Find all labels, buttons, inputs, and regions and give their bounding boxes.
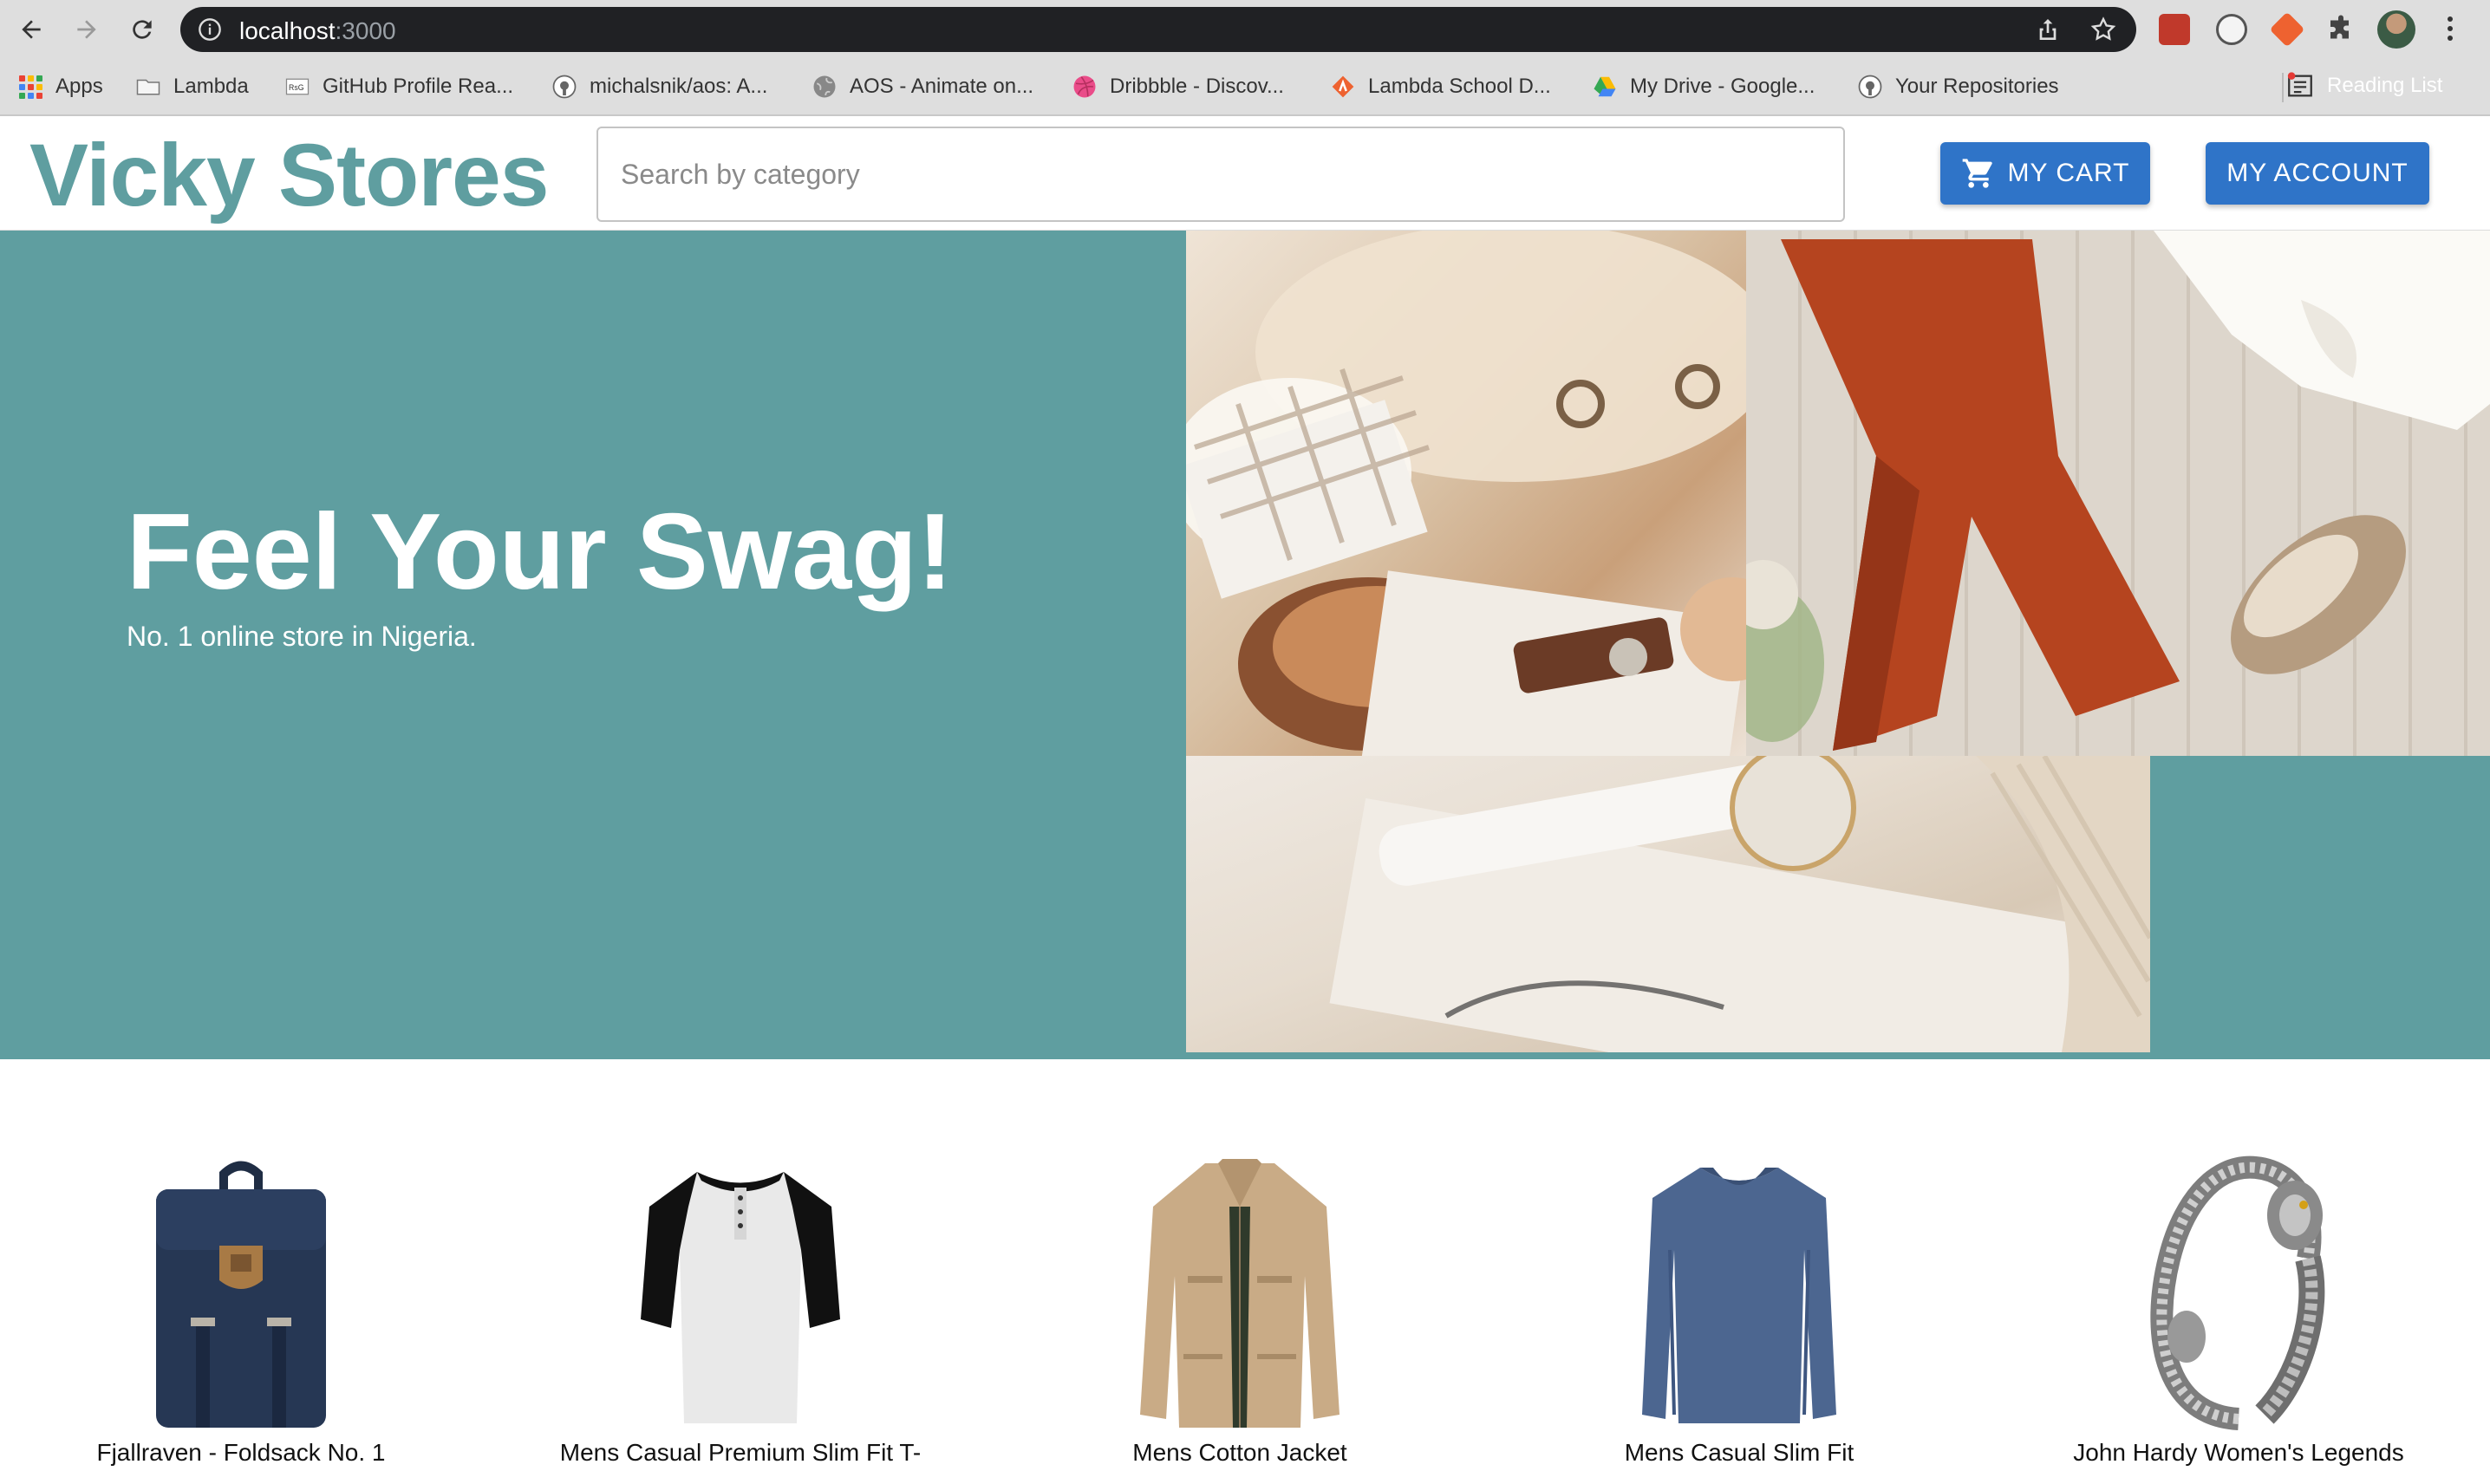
bookmark-your-repositories[interactable]: Your Repositories [1857, 71, 2059, 102]
my-account-button[interactable]: MY ACCOUNT [2206, 142, 2429, 205]
bookmark-github-readme[interactable]: RsG GitHub Profile Rea... [284, 71, 513, 102]
bookmark-google-drive[interactable]: My Drive - Google... [1592, 71, 1815, 102]
product-image[interactable] [1014, 1155, 1465, 1432]
product-name[interactable]: Mens Casual Slim Fit [1514, 1439, 1965, 1467]
tshirt-icon [641, 1172, 840, 1423]
bracelet-icon [2150, 1155, 2325, 1430]
product-image[interactable] [1514, 1155, 1965, 1432]
product-image[interactable] [16, 1155, 466, 1432]
bookmark-label: Dribbble - Discov... [1110, 75, 1284, 98]
github-icon [552, 75, 577, 99]
extensions-puzzle-icon[interactable] [2325, 14, 2356, 45]
hero-photo-trousers [1746, 231, 2490, 756]
bookmark-label: GitHub Profile Rea... [323, 75, 514, 98]
my-cart-button[interactable]: MY CART [1940, 142, 2150, 205]
hero-subtitle: No. 1 online store in Nigeria. [127, 621, 477, 652]
extension-circle-icon[interactable] [2216, 14, 2247, 45]
profile-avatar[interactable] [2377, 10, 2415, 49]
bookmark-label: Apps [55, 75, 103, 98]
back-icon[interactable] [12, 10, 50, 49]
hero-banner: Feel Your Swag! No. 1 online store in Ni… [0, 231, 2490, 1059]
site-logo[interactable]: Vicky Stores [29, 125, 550, 226]
lambda-icon [1332, 75, 1354, 98]
my-account-label: MY ACCOUNT [2226, 159, 2409, 187]
forward-icon[interactable] [68, 10, 106, 49]
github-icon [1858, 75, 1882, 99]
product-name[interactable]: Mens Cotton Jacket [1014, 1439, 1465, 1467]
bookmark-label: Lambda [173, 75, 249, 98]
globe-icon [813, 75, 836, 98]
address-bar[interactable]: localhost:3000 [180, 7, 2136, 52]
reload-icon[interactable] [123, 10, 161, 49]
share-icon[interactable] [2034, 16, 2062, 43]
longsleeve-icon [1642, 1168, 1836, 1423]
bookmark-label: My Drive - Google... [1630, 75, 1815, 98]
product-image[interactable] [2013, 1155, 2464, 1432]
product-name[interactable]: Fjallraven - Foldsack No. 1 [16, 1439, 466, 1467]
product-card[interactable]: Mens Casual Slim Fit [1514, 1155, 1965, 1467]
product-card[interactable]: John Hardy Women's Legends [2013, 1155, 2464, 1467]
bookmark-dribbble[interactable]: Dribbble - Discov... [1072, 71, 1284, 102]
hero-collage [1186, 231, 2490, 1052]
bookmarks-bar: Apps Lambda RsG GitHub Profile Rea... mi… [0, 59, 2490, 116]
bookmark-label: Your Repositories [1895, 75, 2059, 98]
product-card[interactable]: Fjallraven - Foldsack No. 1 [16, 1155, 466, 1467]
my-cart-label: MY CART [2007, 159, 2130, 187]
product-image[interactable] [515, 1155, 966, 1432]
product-list: Fjallraven - Foldsack No. 1 Mens Casual … [0, 1059, 2490, 1484]
reading-list-button[interactable]: Reading List [2285, 71, 2442, 101]
apps-grid-icon [17, 74, 43, 100]
github-readme-icon: RsG [285, 78, 310, 95]
url-text: localhost:3000 [239, 17, 396, 45]
bookmarks-separator [2282, 73, 2284, 102]
bookmark-label: Lambda School D... [1368, 75, 1551, 98]
bookmark-apps[interactable]: Apps [17, 71, 103, 102]
product-card[interactable]: Mens Casual Premium Slim Fit T- [515, 1155, 966, 1467]
google-drive-icon [1594, 76, 1616, 97]
site-header: Vicky Stores MY CART MY ACCOUNT [0, 116, 2490, 231]
extension-diamond-icon[interactable] [2269, 11, 2305, 48]
bookmark-aos-github[interactable]: michalsnik/aos: A... [551, 71, 767, 102]
bookmark-label: michalsnik/aos: A... [590, 75, 768, 98]
bookmark-star-icon[interactable] [2089, 16, 2117, 43]
jacket-icon [1140, 1159, 1340, 1428]
hero-photo-watch [1186, 756, 2150, 1052]
extension-red-icon[interactable] [2159, 14, 2190, 45]
svg-text:RsG: RsG [289, 83, 304, 92]
search-input[interactable] [596, 127, 1845, 222]
url-port: :3000 [335, 17, 396, 44]
dribbble-icon [1073, 75, 1096, 98]
cart-icon [1962, 159, 1992, 188]
product-name[interactable]: John Hardy Women's Legends [2013, 1439, 2464, 1467]
site-info-icon[interactable] [198, 17, 222, 42]
product-card[interactable]: Mens Cotton Jacket [1014, 1155, 1465, 1467]
bookmark-aos-animate[interactable]: AOS - Animate on... [812, 71, 1033, 102]
backpack-icon [156, 1161, 326, 1428]
browser-menu-icon[interactable] [2440, 12, 2461, 47]
folder-icon [136, 79, 160, 95]
bookmark-lambda[interactable]: Lambda [135, 71, 249, 102]
reading-list-label: Reading List [2327, 74, 2443, 97]
product-name[interactable]: Mens Casual Premium Slim Fit T- [515, 1439, 966, 1467]
browser-toolbar: localhost:3000 [0, 0, 2490, 59]
bookmark-lambda-school[interactable]: Lambda School D... [1330, 71, 1551, 102]
reading-list-icon [2287, 72, 2312, 97]
url-host: localhost [239, 17, 336, 44]
bookmark-label: AOS - Animate on... [850, 75, 1034, 98]
hero-title: Feel Your Swag! [127, 492, 954, 612]
